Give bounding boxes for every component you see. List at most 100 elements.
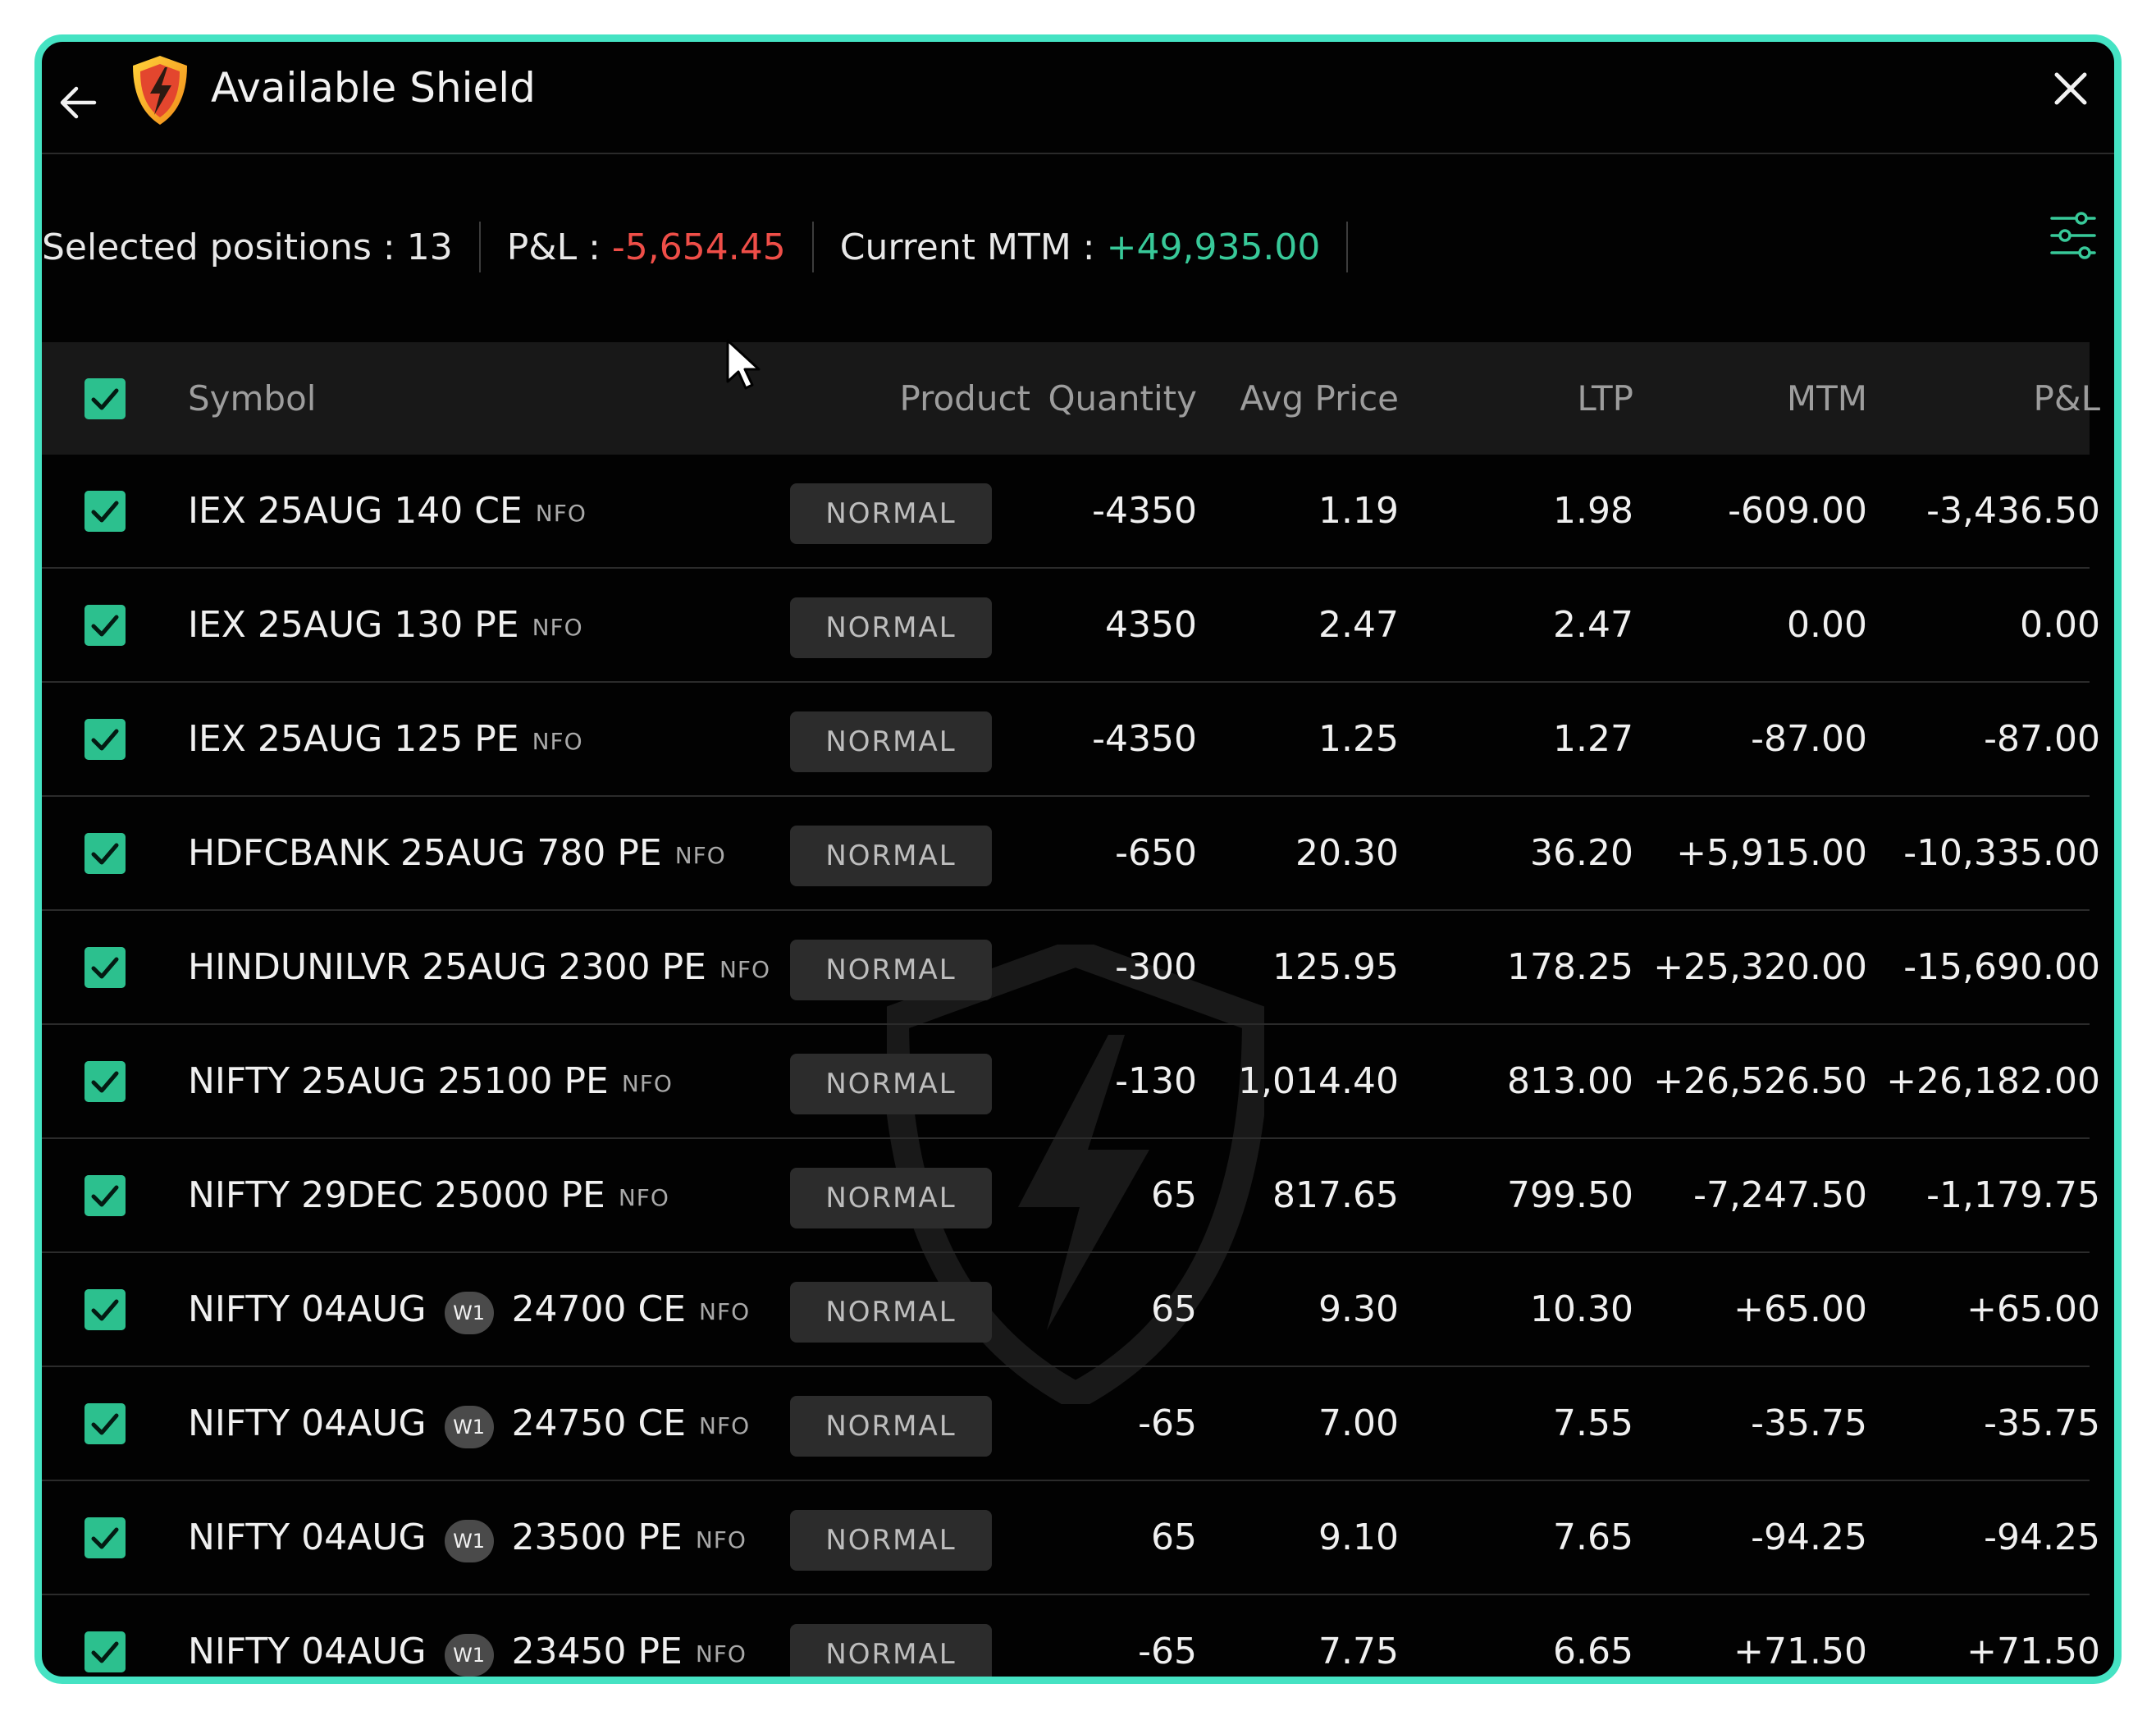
avg-price-cell: 9.30 <box>1318 1288 1399 1330</box>
symbol-name: IEX 25AUG 140 CE <box>188 490 523 532</box>
product-cell: NORMAL <box>788 683 993 795</box>
table-row[interactable]: HDFCBANK 25AUG 780 PE NFO NORMAL -650 20.30 3… <box>42 797 2100 911</box>
table-row[interactable]: NIFTY 04AUG W1 23450 PE NFO NORMAL -65 7.75 6.6… <box>42 1595 2100 1677</box>
symbol-strike: 24700 CE <box>511 1288 687 1330</box>
row-checkbox[interactable] <box>85 1253 127 1366</box>
row-checkbox[interactable] <box>85 683 127 795</box>
exchange-label: NFO <box>674 842 726 869</box>
column-header-ltp[interactable]: LTP <box>1404 342 1633 455</box>
checkbox-checked-icon[interactable] <box>85 946 126 988</box>
quantity-cell: -300 <box>1115 946 1197 988</box>
product-badge: NORMAL <box>790 1053 992 1114</box>
symbol-name: HINDUNILVR 25AUG 2300 PE <box>188 946 706 988</box>
checkbox-checked-icon[interactable] <box>85 1517 126 1558</box>
mtm-cell: +65.00 <box>1733 1288 1867 1330</box>
row-checkbox[interactable] <box>85 1025 127 1137</box>
column-header-avg-price[interactable]: Avg Price <box>1207 342 1399 455</box>
exchange-label: NFO <box>719 956 771 983</box>
checkbox-checked-icon[interactable] <box>85 832 126 874</box>
exchange-label: NFO <box>699 1412 751 1439</box>
quantity-cell: 65 <box>1151 1517 1197 1558</box>
column-header-symbol[interactable]: Symbol <box>188 342 811 455</box>
product-badge: NORMAL <box>790 597 992 658</box>
checkbox-checked-icon[interactable] <box>85 1060 126 1102</box>
table-row[interactable]: HINDUNILVR 25AUG 2300 PE NFO NORMAL -300 125… <box>42 911 2100 1025</box>
pl-cell: -10,335.00 <box>1903 832 2100 874</box>
ltp-cell: 6.65 <box>1553 1631 1633 1672</box>
pl-cell: 0.00 <box>2020 604 2100 646</box>
table-row[interactable]: NIFTY 04AUG W1 23500 PE NFO NORMAL 65 9.10 7.65… <box>42 1481 2100 1595</box>
symbol-cell: NIFTY 29DEC 25000 PE NFO <box>188 1139 811 1251</box>
table-row[interactable]: NIFTY 04AUG W1 24750 CE NFO NORMAL -65 7.00 7.5… <box>42 1367 2100 1481</box>
row-checkbox[interactable] <box>85 1367 127 1480</box>
checkbox-checked-icon[interactable] <box>85 377 126 419</box>
pl-cell: -1,179.75 <box>1926 1174 2100 1216</box>
table-row[interactable]: NIFTY 25AUG 25100 PE NFO NORMAL -130 1,014.4… <box>42 1025 2100 1139</box>
row-checkbox[interactable] <box>85 911 127 1023</box>
product-cell: NORMAL <box>788 1025 993 1137</box>
summary-bar: Selected positions : 13 P&L : -5,654.45 … <box>42 210 1374 284</box>
ltp-cell: 2.47 <box>1553 604 1633 646</box>
column-header-mtm[interactable]: MTM <box>1638 342 1867 455</box>
checkbox-checked-icon[interactable] <box>85 1288 126 1330</box>
checkbox-checked-icon[interactable] <box>85 1174 126 1216</box>
exchange-label: NFO <box>699 1298 751 1325</box>
arrow-left-icon[interactable] <box>53 78 103 127</box>
close-icon[interactable] <box>2050 68 2091 109</box>
table-header: Symbol Product Quantity Avg Price LTP MT… <box>42 342 2100 455</box>
select-all-checkbox[interactable] <box>85 342 127 455</box>
checkbox-checked-icon[interactable] <box>85 1631 126 1672</box>
product-cell: NORMAL <box>788 455 993 567</box>
row-checkbox[interactable] <box>85 569 127 681</box>
sliders-icon[interactable] <box>2049 208 2098 263</box>
exchange-label: NFO <box>695 1640 747 1668</box>
checkbox-checked-icon[interactable] <box>85 1402 126 1444</box>
mtm-cell: +71.50 <box>1733 1631 1867 1672</box>
table-row[interactable]: NIFTY 29DEC 25000 PE NFO NORMAL 65 817.65 799… <box>42 1139 2100 1253</box>
symbol-cell: IEX 25AUG 130 PE NFO <box>188 569 811 681</box>
row-checkbox[interactable] <box>85 797 127 909</box>
ltp-cell: 7.55 <box>1553 1402 1633 1444</box>
table-row[interactable]: IEX 25AUG 125 PE NFO NORMAL -4350 1.25 1.27 -8… <box>42 683 2100 797</box>
quantity-cell: -65 <box>1138 1402 1197 1444</box>
avg-price-cell: 7.75 <box>1318 1631 1399 1672</box>
quantity-cell: 65 <box>1151 1174 1197 1216</box>
table-row[interactable]: IEX 25AUG 140 CE NFO NORMAL -4350 1.19 1.98 -6… <box>42 455 2100 569</box>
avg-price-cell: 1.25 <box>1318 718 1399 760</box>
row-checkbox[interactable] <box>85 1595 127 1677</box>
symbol-name: NIFTY 04AUG <box>188 1402 427 1444</box>
quantity-cell: 4350 <box>1105 604 1197 646</box>
pl-cell: +65.00 <box>1966 1288 2100 1330</box>
row-checkbox[interactable] <box>85 1481 127 1594</box>
checkbox-checked-icon[interactable] <box>85 604 126 646</box>
product-cell: NORMAL <box>788 569 993 681</box>
ltp-cell: 1.27 <box>1553 718 1633 760</box>
symbol-cell: HINDUNILVR 25AUG 2300 PE NFO <box>188 911 811 1023</box>
product-cell: NORMAL <box>788 911 993 1023</box>
avg-price-cell: 125.95 <box>1272 946 1399 988</box>
column-header-quantity[interactable]: Quantity <box>1026 342 1198 455</box>
product-badge: NORMAL <box>790 1395 992 1457</box>
product-cell: NORMAL <box>788 1595 993 1677</box>
row-checkbox[interactable] <box>85 455 127 567</box>
mtm-cell: +25,320.00 <box>1653 946 1867 988</box>
ltp-cell: 1.98 <box>1553 490 1633 532</box>
checkbox-checked-icon[interactable] <box>85 490 126 532</box>
ltp-cell: 36.20 <box>1530 832 1633 874</box>
selected-positions-value: 13 <box>406 226 453 268</box>
ltp-cell: 7.65 <box>1553 1517 1633 1558</box>
symbol-cell: NIFTY 04AUG W1 23500 PE NFO <box>188 1481 811 1594</box>
table-row[interactable]: IEX 25AUG 130 PE NFO NORMAL 4350 2.47 2.47 0.0… <box>42 569 2100 683</box>
quantity-cell: 65 <box>1151 1288 1197 1330</box>
weekly-expiry-badge: W1 <box>444 1633 494 1677</box>
product-badge: NORMAL <box>790 1623 992 1677</box>
checkbox-checked-icon[interactable] <box>85 718 126 760</box>
symbol-name: NIFTY 04AUG <box>188 1631 427 1672</box>
mtm-cell: +5,915.00 <box>1676 832 1867 874</box>
column-header-product[interactable]: Product <box>866 342 1030 455</box>
mtm-cell: -94.25 <box>1751 1517 1867 1558</box>
row-checkbox[interactable] <box>85 1139 127 1251</box>
mtm-cell: -35.75 <box>1751 1402 1867 1444</box>
column-header-pl[interactable]: P&L <box>1867 342 2100 455</box>
table-row[interactable]: NIFTY 04AUG W1 24700 CE NFO NORMAL 65 9.30 10.3… <box>42 1253 2100 1367</box>
